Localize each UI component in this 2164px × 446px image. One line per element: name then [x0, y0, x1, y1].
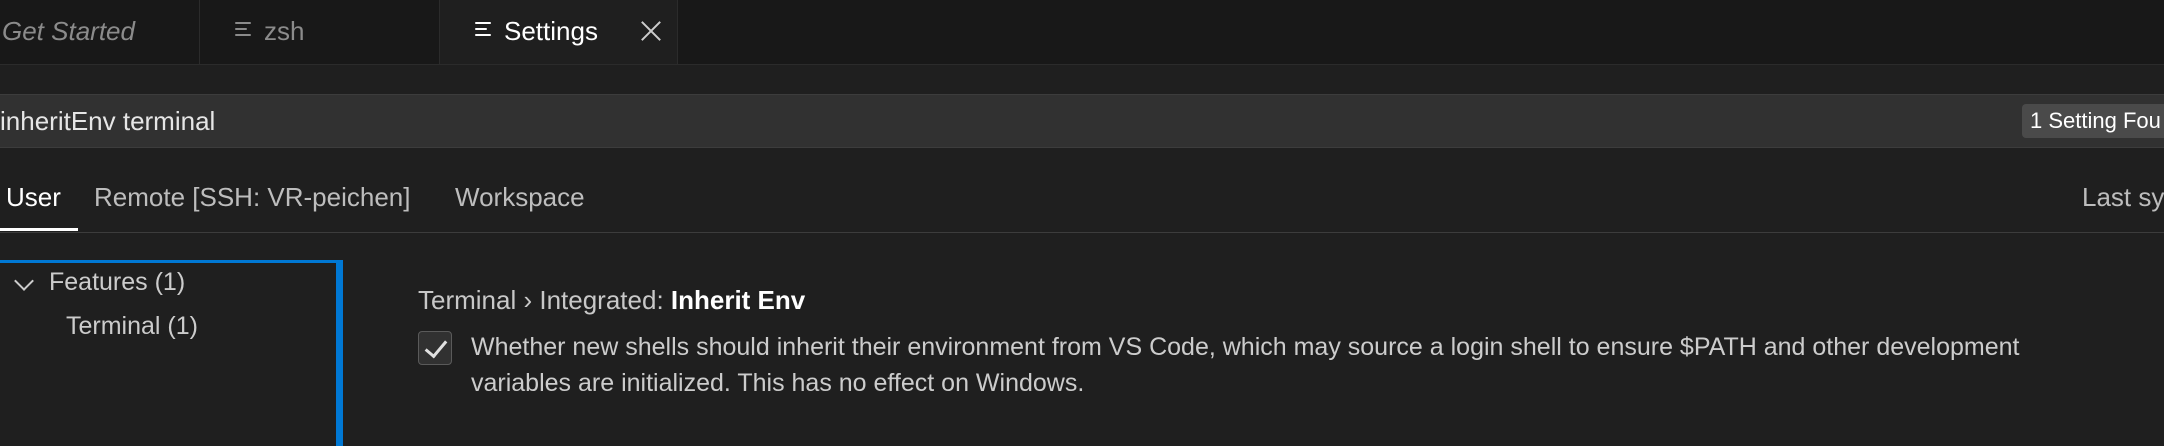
- setting-name: Inherit Env: [670, 285, 806, 315]
- toc-item-terminal[interactable]: Terminal (1): [66, 312, 198, 341]
- setting-category: Terminal › Integrated:: [418, 285, 671, 315]
- settings-scope-tabs: User Remote [SSH: VR-peichen] Workspace …: [0, 168, 2164, 233]
- tab-workspace[interactable]: Workspace: [455, 182, 585, 213]
- tab-user[interactable]: User: [6, 182, 61, 213]
- chevron-down-icon[interactable]: [14, 271, 34, 291]
- inherit-env-checkbox[interactable]: [418, 331, 452, 365]
- setting-description-line: variables are initialized. This has no e…: [471, 369, 1085, 397]
- close-icon[interactable]: [640, 20, 662, 42]
- editor-tab-bar: Get Started zsh Settings: [0, 0, 2164, 65]
- toc-focus-border: [0, 260, 340, 263]
- settings-search-input[interactable]: [0, 95, 1900, 147]
- setting-item-inherit-env: Terminal › Integrated: Inherit Env Wheth…: [418, 285, 2164, 397]
- tab-zsh[interactable]: zsh: [200, 0, 440, 64]
- setting-title: Terminal › Integrated: Inherit Env: [418, 285, 2164, 316]
- tab-remote[interactable]: Remote [SSH: VR-peichen]: [94, 182, 410, 213]
- active-tab-indicator: [0, 228, 78, 231]
- settings-toc: Features (1) Terminal (1): [0, 260, 343, 446]
- last-synced-text: Last sy: [2082, 182, 2164, 212]
- tab-label: Settings: [504, 16, 598, 46]
- setting-description-line: Whether new shells should inherit their …: [471, 333, 2020, 361]
- lines-icon: [475, 22, 491, 40]
- settings-search-bar: 1 Setting Fou: [0, 94, 2164, 148]
- setting-description: Whether new shells should inherit their …: [471, 329, 2019, 401]
- toc-focus-border: [336, 260, 343, 446]
- settings-found-badge: 1 Setting Fou: [2022, 104, 2164, 138]
- toc-item-features[interactable]: Features (1): [49, 268, 185, 297]
- tab-label: Get Started: [2, 16, 135, 46]
- tab-label: zsh: [264, 16, 305, 46]
- tab-settings[interactable]: Settings: [440, 0, 678, 64]
- tab-get-started[interactable]: Get Started: [0, 0, 200, 64]
- lines-icon: [235, 22, 251, 40]
